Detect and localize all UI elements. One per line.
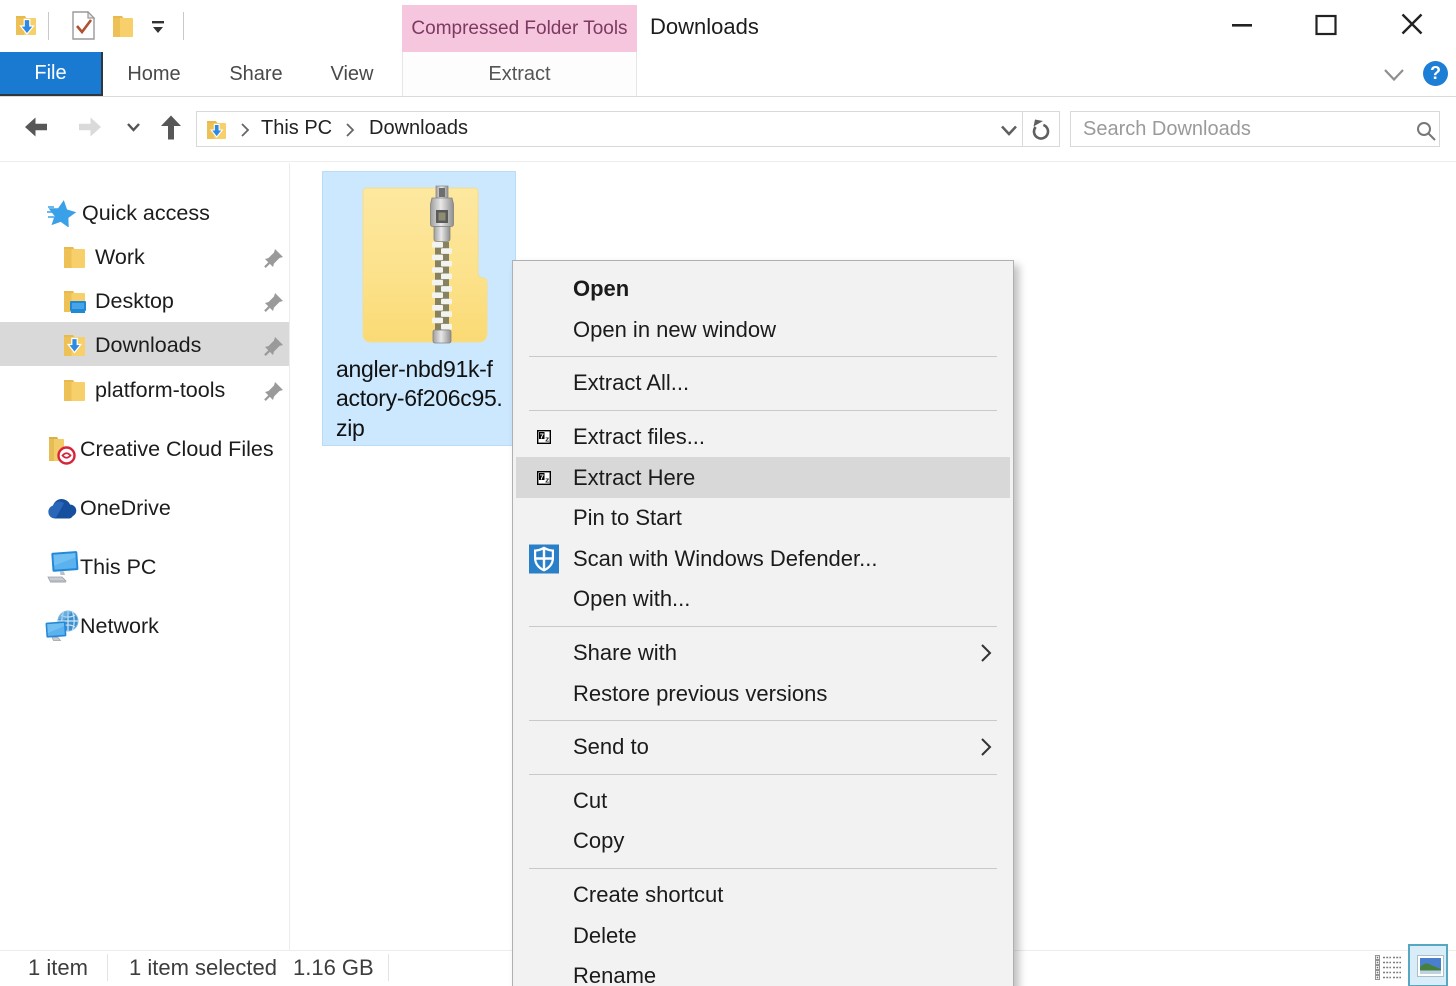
svg-text:z: z xyxy=(545,437,550,445)
svg-text:7: 7 xyxy=(540,474,545,482)
svg-text:7: 7 xyxy=(540,434,545,442)
svg-text:z: z xyxy=(545,477,550,485)
